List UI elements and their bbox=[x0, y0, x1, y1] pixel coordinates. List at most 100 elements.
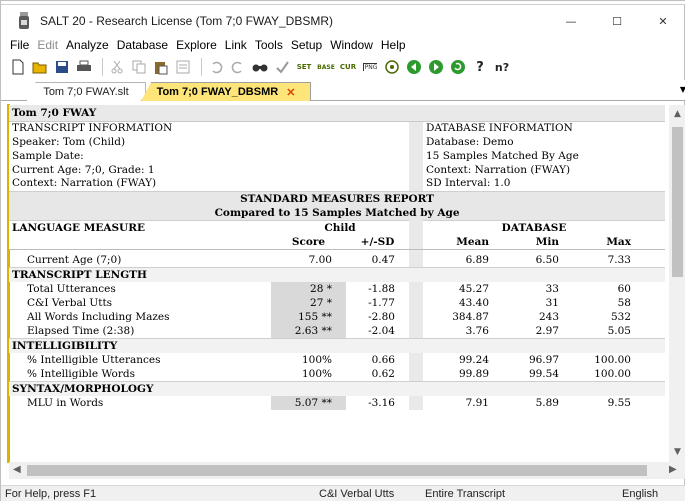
section-header-row: INTELLIGIBILITY bbox=[9, 338, 666, 353]
redo-icon[interactable] bbox=[229, 58, 247, 76]
menu-link[interactable]: Link bbox=[225, 38, 247, 52]
link-icon[interactable] bbox=[383, 58, 401, 76]
close-window-button[interactable]: ✕ bbox=[640, 6, 685, 36]
score-cell: 27 * bbox=[271, 296, 346, 310]
set-icon[interactable]: SET bbox=[295, 58, 313, 76]
title-bar: SALT 20 - Research License (Tom 7;0 FWAY… bbox=[1, 6, 685, 36]
refresh-icon[interactable] bbox=[449, 58, 467, 76]
tabs-dropdown-icon[interactable]: ▼ bbox=[680, 85, 685, 94]
min-cell: 99.54 bbox=[528, 368, 559, 380]
copy-icon[interactable] bbox=[130, 58, 148, 76]
save-icon[interactable] bbox=[53, 58, 71, 76]
menu-analyze[interactable]: Analyze bbox=[66, 38, 109, 52]
toolbar-separator bbox=[102, 58, 103, 76]
report-header-row: Tom 7;0 FWAY bbox=[9, 105, 666, 122]
vertical-scrollbar[interactable]: ▲ ▼ bbox=[669, 105, 685, 462]
measure-label: Elapsed Time (2:38) bbox=[27, 325, 135, 337]
menu-edit[interactable]: Edit bbox=[37, 38, 58, 52]
new-icon[interactable] bbox=[9, 58, 27, 76]
column-header: Score +/-SD Mean Min Max bbox=[9, 234, 666, 249]
score-cell: 100% bbox=[301, 354, 332, 366]
horizontal-scrollbar[interactable]: ◀ ▶ bbox=[9, 462, 685, 479]
print-icon[interactable] bbox=[75, 58, 93, 76]
vertical-scroll-thumb[interactable] bbox=[672, 127, 683, 277]
menu-setup[interactable]: Setup bbox=[291, 38, 322, 52]
context-help-icon-label: n? bbox=[494, 60, 510, 74]
paste-icon[interactable] bbox=[152, 58, 170, 76]
measure-label: MLU in Words bbox=[27, 397, 104, 409]
scroll-left-icon[interactable]: ◀ bbox=[13, 464, 21, 475]
menu-help[interactable]: Help bbox=[381, 38, 406, 52]
min-cell: 33 bbox=[545, 283, 559, 295]
forward-icon[interactable] bbox=[427, 58, 445, 76]
col-mean: Mean bbox=[423, 234, 503, 249]
column-group-header: LANGUAGE MEASURE Child DATABASE bbox=[9, 219, 666, 235]
tab-tom-dbsmr[interactable]: Tom 7;0 FWAY_DBSMR ✕ bbox=[141, 82, 311, 101]
max-cell: 100.00 bbox=[594, 368, 631, 380]
database-info-line: 15 Samples Matched By Age bbox=[423, 149, 666, 163]
scroll-right-icon[interactable]: ▶ bbox=[669, 464, 677, 475]
max-cell: 5.05 bbox=[607, 325, 631, 337]
sd-cell: 0.66 bbox=[371, 354, 395, 366]
max-cell: 7.33 bbox=[607, 254, 631, 266]
sd-cell: -2.80 bbox=[368, 311, 395, 323]
max-cell: 60 bbox=[617, 283, 631, 295]
section-header-row: SYNTAX/MORPHOLOGY bbox=[9, 381, 666, 396]
transcript-info-line: Current Age: 7;0, Grade: 1 bbox=[9, 163, 409, 177]
table-row: % Intelligible Words 100% 0.62 99.89 99.… bbox=[9, 367, 665, 382]
salt-app-icon bbox=[17, 12, 31, 30]
menu-bar: File Edit Analyze Database Explore Link … bbox=[1, 36, 685, 54]
back-icon[interactable] bbox=[405, 58, 423, 76]
sd-cell: -3.16 bbox=[368, 397, 395, 409]
horizontal-scroll-thumb[interactable] bbox=[27, 465, 647, 476]
help-icon[interactable]: ? bbox=[471, 58, 489, 76]
check-icon[interactable] bbox=[273, 58, 291, 76]
help-icon-label: ? bbox=[476, 59, 484, 75]
maximize-button[interactable]: ☐ bbox=[594, 6, 640, 36]
context-help-icon[interactable]: n? bbox=[493, 58, 511, 76]
section-header: TRANSCRIPT LENGTH bbox=[9, 267, 666, 282]
document-tabs: Tom 7;0 FWAY.slt Tom 7;0 FWAY_DBSMR ✕ ▼ bbox=[1, 80, 685, 101]
report-subtitle: Compared to 15 Samples Matched by Age bbox=[9, 205, 666, 220]
scroll-up-icon[interactable]: ▲ bbox=[669, 109, 685, 119]
toolbar: SET BASE CUR PNG ? n? bbox=[1, 54, 685, 80]
col-sd: +/-SD bbox=[346, 234, 409, 249]
cut-icon[interactable] bbox=[108, 58, 126, 76]
report-document: Tom 7;0 FWAY TRANSCRIPT INFORMATION DATA… bbox=[9, 105, 669, 462]
open-icon[interactable] bbox=[31, 58, 49, 76]
info-row: TRANSCRIPT INFORMATION DATABASE INFORMAT… bbox=[9, 121, 666, 135]
tab-label: Tom 7;0 FWAY.slt bbox=[43, 86, 129, 98]
report-subtitle-row: Compared to 15 Samples Matched by Age bbox=[9, 205, 666, 220]
report-table: Tom 7;0 FWAY TRANSCRIPT INFORMATION DATA… bbox=[9, 105, 666, 410]
measure-label: Current Age (7;0) bbox=[27, 254, 122, 266]
menu-database[interactable]: Database bbox=[117, 38, 168, 52]
scroll-down-icon[interactable]: ▼ bbox=[669, 447, 685, 457]
status-scope: Entire Transcript bbox=[425, 488, 506, 500]
sd-cell: 0.47 bbox=[371, 254, 395, 266]
table-row: Current Age (7;0) 7.00 0.47 6.89 6.50 7.… bbox=[9, 253, 665, 268]
tab-tom-slt[interactable]: Tom 7;0 FWAY.slt bbox=[26, 82, 146, 101]
find-icon[interactable] bbox=[251, 58, 269, 76]
tab-close-icon[interactable]: ✕ bbox=[286, 86, 295, 99]
menu-file[interactable]: File bbox=[10, 38, 29, 52]
curr-icon[interactable]: CUR bbox=[339, 58, 357, 76]
table-row: All Words Including Mazes 155 ** -2.80 3… bbox=[9, 310, 665, 324]
minimize-icon: — bbox=[565, 14, 577, 28]
database-info-heading: DATABASE INFORMATION bbox=[423, 121, 666, 135]
menu-window[interactable]: Window bbox=[330, 38, 373, 52]
database-info-line: Context: Narration (FWAY) bbox=[423, 163, 666, 177]
measure-label: All Words Including Mazes bbox=[27, 311, 170, 323]
png-icon[interactable]: PNG bbox=[361, 58, 379, 76]
base-icon-label: BASE bbox=[317, 63, 335, 71]
view-icon[interactable] bbox=[174, 58, 192, 76]
info-row: Current Age: 7;0, Grade: 1 Context: Narr… bbox=[9, 163, 666, 177]
curr-icon-label: CUR bbox=[339, 63, 357, 71]
max-cell: 9.55 bbox=[607, 397, 631, 409]
window-title: SALT 20 - Research License (Tom 7;0 FWAY… bbox=[40, 14, 333, 28]
menu-explore[interactable]: Explore bbox=[176, 38, 217, 52]
undo-icon[interactable] bbox=[207, 58, 225, 76]
menu-tools[interactable]: Tools bbox=[255, 38, 283, 52]
base-icon[interactable]: BASE bbox=[317, 58, 335, 76]
minimize-button[interactable]: — bbox=[548, 6, 594, 36]
min-cell: 243 bbox=[538, 311, 559, 323]
